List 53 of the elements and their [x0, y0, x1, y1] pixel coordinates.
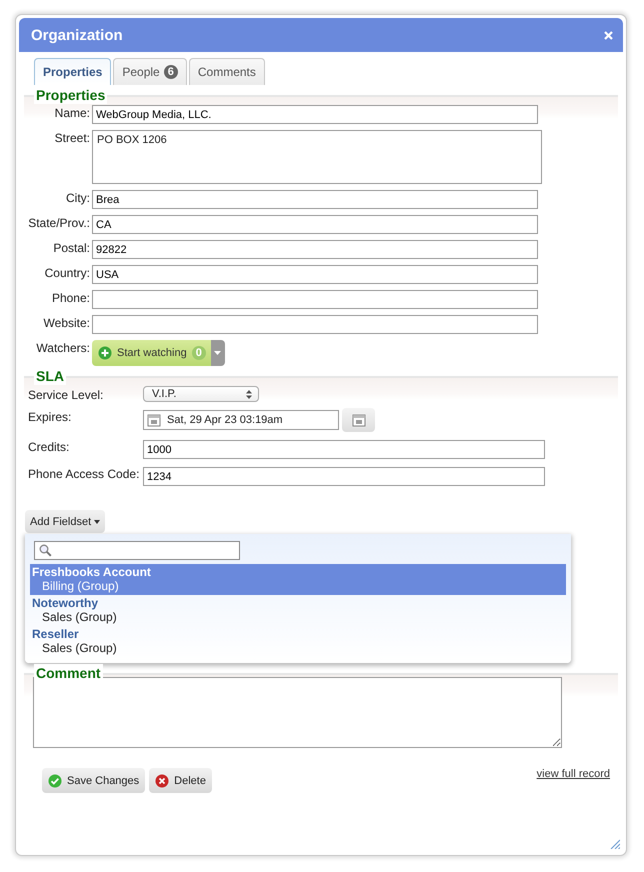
field-label: Country:: [44, 265, 90, 281]
tab[interactable]: Comments: [188, 58, 265, 85]
field-label: Service Level:: [27, 388, 104, 402]
delete-button[interactable]: Delete: [149, 768, 212, 793]
field-label: Expires:: [27, 410, 72, 424]
field-label: Street:: [54, 130, 90, 146]
field-label: Website:: [42, 315, 90, 331]
search-field[interactable]: [34, 541, 240, 560]
menu-item[interactable]: Reseller Sales (Group): [30, 626, 566, 657]
check-icon: [48, 774, 62, 788]
caret-icon: [94, 520, 100, 524]
input-field[interactable]: Brea: [92, 190, 538, 209]
dropdown-button[interactable]: [210, 340, 225, 366]
tab[interactable]: People 6: [113, 58, 187, 85]
input-field[interactable]: WebGroup Media, LLC.: [92, 105, 538, 124]
date-field[interactable]: Sat, 29 Apr 23 03:19am: [143, 410, 339, 430]
select-field[interactable]: V.I.P.: [143, 386, 259, 402]
input-field[interactable]: 1234: [143, 467, 545, 486]
field-label: City:: [65, 190, 90, 206]
field-label: Name:: [54, 105, 90, 121]
calendar-icon: [352, 413, 366, 427]
view-record-link[interactable]: view full record: [536, 768, 610, 780]
field-label: Watchers:: [35, 340, 90, 356]
save-button[interactable]: Save Changes: [42, 768, 146, 793]
input-field[interactable]: 1000: [143, 440, 545, 459]
field-label: Phone:: [50, 290, 90, 306]
field-label: Credits:: [27, 440, 70, 454]
input-field[interactable]: 92822: [92, 240, 538, 259]
input-field[interactable]: [92, 315, 538, 334]
comment-field[interactable]: [33, 677, 562, 748]
field-label: Postal:: [52, 240, 90, 256]
calendar-icon: [147, 413, 161, 427]
close-icon: [604, 31, 613, 40]
resize-grip-icon[interactable]: [610, 839, 620, 849]
plus-icon: [98, 346, 112, 360]
input-field[interactable]: USA: [92, 265, 538, 284]
window-title: Organization: [31, 26, 123, 44]
add-fieldset-button[interactable]: Add Fieldset: [25, 510, 106, 533]
delete-icon: [155, 774, 170, 788]
search-icon: [39, 544, 52, 557]
watch-button[interactable]: Start watching 0: [92, 340, 211, 366]
menu-item[interactable]: Noteworthy Sales (Group): [30, 595, 566, 626]
tab[interactable]: Properties: [34, 58, 112, 85]
caret-icon: [214, 351, 222, 355]
text-area[interactable]: PO BOX 1206: [92, 130, 542, 184]
input-field[interactable]: [92, 290, 538, 309]
count-badge: 0: [192, 346, 206, 360]
field-label: State/Prov.:: [27, 215, 90, 231]
calendar-button[interactable]: [342, 408, 375, 432]
field-label: Phone Access Code:: [27, 467, 140, 481]
updown-icon: [246, 390, 252, 398]
input-field[interactable]: CA: [92, 215, 538, 234]
count-badge: 6: [164, 65, 178, 79]
